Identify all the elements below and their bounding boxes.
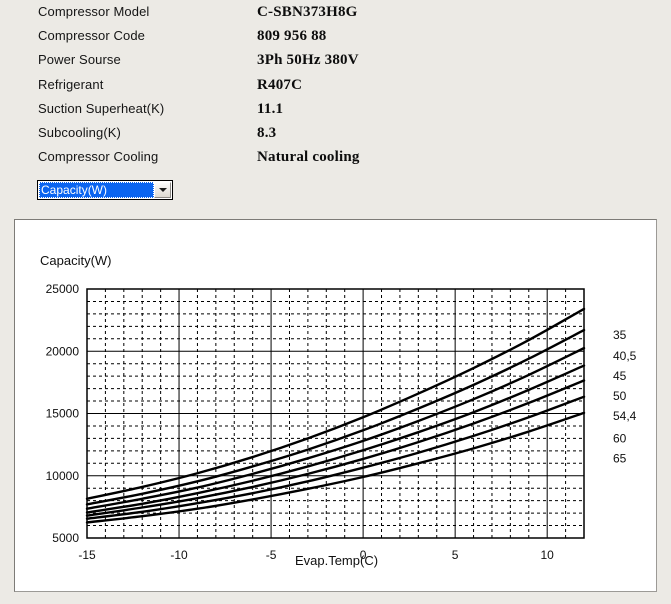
- series-label-65: 65: [613, 451, 627, 465]
- x-tick-label: 0: [360, 548, 367, 562]
- spec-label-suction-superheat: Suction Superheat(K): [38, 101, 165, 116]
- performance-curves-svg: 5000 10000 15000 20000 25000 -15 -10 -5 0 5 10 35 40…: [46, 282, 637, 562]
- spec-value-compressor-code: 809 956 88: [257, 28, 327, 44]
- y-tick-label: 5000: [52, 531, 79, 545]
- spec-row: Refrigerant R407C: [0, 77, 671, 101]
- chart-plot: 5000 10000 15000 20000 25000 -15 -10 -5 0 5 10 35 40…: [15, 220, 658, 593]
- spec-value-compressor-cooling: Natural cooling: [257, 149, 360, 165]
- chart-series-select-value[interactable]: Capacity(W): [39, 182, 154, 198]
- curve-35: [85, 307, 586, 500]
- y-tick-label: 15000: [46, 407, 80, 421]
- chart-series-select[interactable]: Capacity(W): [37, 180, 173, 200]
- series-label-45: 45: [613, 369, 627, 383]
- series-label-54,4: 54,4: [613, 409, 637, 423]
- x-tick-label: -10: [170, 548, 188, 562]
- spec-row: Compressor Cooling Natural cooling: [0, 149, 671, 173]
- spec-label-compressor-model: Compressor Model: [38, 4, 150, 19]
- spec-row: Power Sourse 3Ph 50Hz 380V: [0, 52, 671, 76]
- spec-label-power-sourse: Power Sourse: [38, 52, 121, 67]
- chart-panel: Capacity(W) Evap.Temp(C) 5000 10000 15000 2…: [14, 219, 657, 592]
- spec-label-compressor-code: Compressor Code: [38, 28, 145, 43]
- x-tick-label: -5: [266, 548, 277, 562]
- spec-value-power-sourse: 3Ph 50Hz 380V: [257, 52, 359, 68]
- y-tick-label: 20000: [46, 344, 80, 358]
- chevron-down-icon[interactable]: [154, 182, 171, 198]
- spec-row: Subcooling(K) 8.3: [0, 125, 671, 149]
- x-tick-label: 10: [541, 548, 555, 562]
- spec-value-compressor-model: C-SBN373H8G: [257, 4, 358, 20]
- y-tick-label: 25000: [46, 282, 80, 296]
- x-tick-label: 5: [452, 548, 459, 562]
- spec-row: Compressor Model C-SBN373H8G: [0, 4, 671, 28]
- spec-label-compressor-cooling: Compressor Cooling: [38, 149, 159, 164]
- y-tick-label: 10000: [46, 469, 80, 483]
- spec-value-subcooling: 8.3: [257, 125, 277, 141]
- series-label-50: 50: [613, 389, 627, 403]
- spec-label-refrigerant: Refrigerant: [38, 77, 104, 92]
- spec-value-refrigerant: R407C: [257, 77, 303, 93]
- compressor-spec-panel: Compressor Model C-SBN373H8G Compressor …: [0, 0, 671, 214]
- series-label-35: 35: [613, 328, 627, 342]
- spec-row: Compressor Code 809 956 88: [0, 28, 671, 52]
- spec-value-suction-superheat: 11.1: [257, 101, 284, 117]
- x-tick-label: -15: [78, 548, 96, 562]
- series-label-40,5: 40,5: [613, 349, 637, 363]
- spec-label-subcooling: Subcooling(K): [38, 125, 121, 140]
- spec-row: Suction Superheat(K) 11.1: [0, 101, 671, 125]
- series-label-60: 60: [613, 431, 627, 445]
- curve-40,5: [85, 328, 586, 506]
